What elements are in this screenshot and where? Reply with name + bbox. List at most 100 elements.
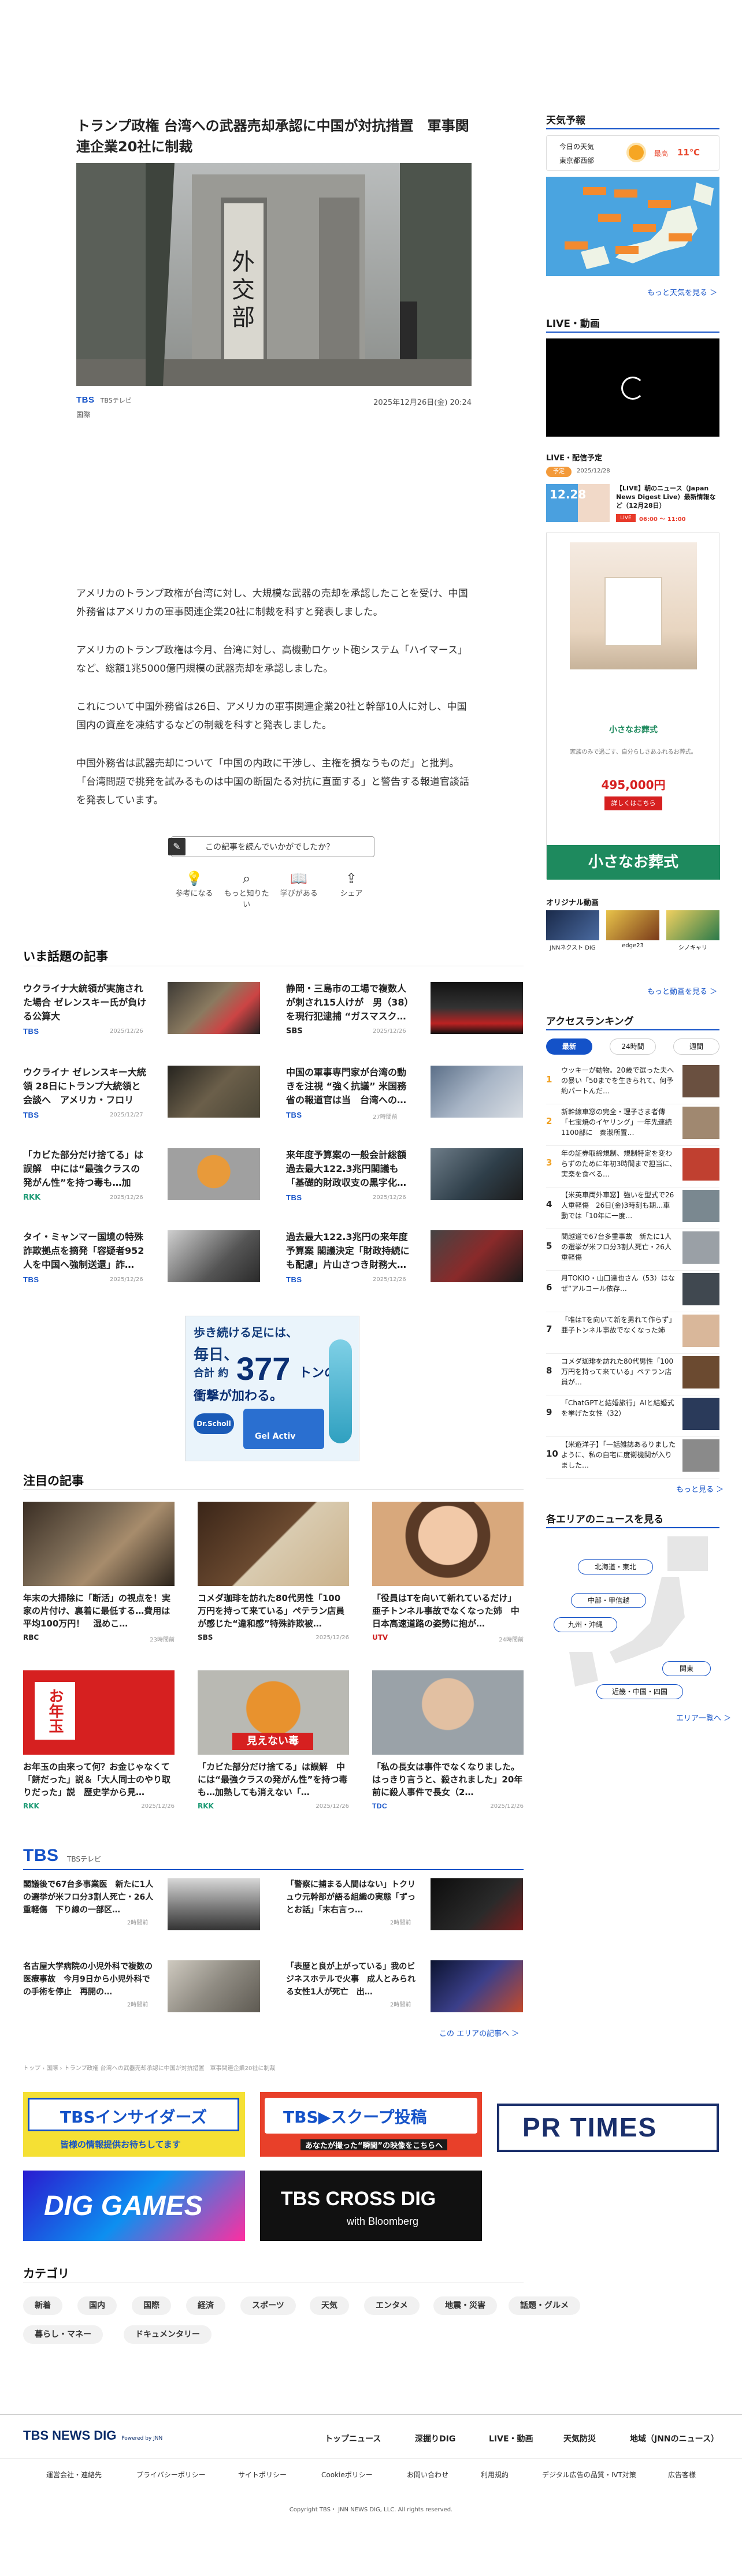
featured-card[interactable]: 「私の長女は事件でなくなりました。はっきり言うと、殺されました」20年前に殺人事… (372, 1670, 524, 1826)
ranking-item[interactable]: 5 関越道で67台多重事故 新たに1人の選挙が米フロ分3割人死亡・26人重軽傷 (546, 1229, 719, 1271)
ranking-item[interactable]: 1 ウッキーが動物。20歳で選った夫への暴い「50までを生きられて、何予約パートん… (546, 1063, 719, 1104)
tbs-news-item[interactable]: 「表歴と良が上がっている」我のビジネスホテルで火事 成人とみられる女性1人が死亡… (286, 1960, 523, 2018)
feedback-more-button[interactable]: ⌕ もっと知りたい (224, 870, 270, 909)
area-chubu-button[interactable]: 中部・甲信越 (571, 1593, 646, 1608)
area-kanto-button[interactable]: 関東 (662, 1661, 711, 1676)
ad-funeral-cta-button[interactable]: 詳しくはこちら (604, 796, 662, 810)
trending-item-source: TBS (23, 1111, 39, 1119)
category-chip-new[interactable]: 新着 (23, 2296, 62, 2315)
article-category[interactable]: 国際 (76, 410, 472, 419)
tbs-section-more-link[interactable]: この エリアの記事へ ＞ (439, 2027, 519, 2038)
category-chip-gourmet[interactable]: 話題・グルメ (509, 2296, 580, 2315)
category-chip-living[interactable]: 暮らし・マネー (23, 2325, 103, 2344)
featured-card[interactable]: 年末の大掃除に「断活」の視点を！実家の片付け、裏着に最低する…費用は平均100万… (23, 1502, 175, 1658)
original-video-more-link[interactable]: もっと動画を見る ＞ (647, 985, 717, 996)
featured-card[interactable]: お年玉 お年玉の由来って何？お金じゃなくて「餅だった」説＆「大人同士のやり取りだ… (23, 1670, 175, 1826)
ad-funeral-sub: 家族のみで過ごす、自分らしさあふれるお葬式。 (570, 749, 697, 755)
category-chip-disaster[interactable]: 地震・災害 (433, 2296, 497, 2315)
live-video-player[interactable] (546, 338, 719, 437)
weather-map[interactable] (546, 177, 719, 276)
trending-item-thumbnail (431, 1066, 523, 1118)
trending-item[interactable]: 「カビた部分だけ捨てる」は誤解 中には“最強クラスの発がん性”を持つ毒も…加熱…… (23, 1148, 260, 1206)
footer-link-privacy[interactable]: プライバシーポリシー (136, 2470, 206, 2480)
ranking-item[interactable]: 7 「唯はTを向いて新を男れて作らず」亜子トンネル事故でなくなった姉 (546, 1312, 719, 1354)
trending-item[interactable]: 来年度予算案の一般会計総額過去最大122.3兆円閣議も「基礎的財政収支の黒字化…… (286, 1148, 523, 1206)
cross-dig-banner[interactable]: TBS CROSS DIG with Bloomberg (260, 2171, 482, 2241)
ranking-item[interactable]: 8 コメダ珈琲を訪れた80代男性「100万円を持って来ている」ペテラン店員が… (546, 1354, 719, 1395)
tbs-scoop-banner[interactable]: TBS▶スクープ投稿 あなたが撮った“瞬間”の映像をこちらへ (260, 2092, 482, 2157)
source-name[interactable]: TBSテレビ (101, 397, 132, 404)
featured-card[interactable]: 見えない毒 「カビた部分だけ捨てる」は誤解 中には“最強クラスの発がん性”を持つ… (198, 1670, 349, 1826)
trending-item[interactable]: 静岡・三島市の工場で複数人が刺され15人けが 男（38）を現行犯逮捕 “ガスマス… (286, 982, 523, 1040)
feedback-learn-button[interactable]: 📖 学びがある (276, 870, 322, 903)
category-chip-domestic[interactable]: 国内 (77, 2296, 117, 2315)
ranking-tab-24h[interactable]: 24時間 (610, 1038, 656, 1055)
weather-today-box[interactable]: 今日の天気 東京都西部 最高 11℃ (546, 135, 719, 171)
category-chip-sports[interactable]: スポーツ (240, 2296, 296, 2315)
footer-link-terms[interactable]: 利用規約 (481, 2470, 509, 2480)
footer-link-ivt[interactable]: デジタル広告の品質・IVT対策 (542, 2470, 636, 2480)
featured-card[interactable]: 「役員はTを向いて新れているだけ」亜子トンネル事故でなくなった姉 中日本高速道路… (372, 1502, 524, 1658)
footer-logo[interactable]: TBS NEWS DIG Powered by JNN (23, 2428, 162, 2443)
ranking-tab-weekly[interactable]: 週間 (673, 1038, 719, 1055)
ranking-tab-latest[interactable]: 最新 (546, 1038, 592, 1055)
original-video-item[interactable]: JNNネクスト DIG (546, 910, 599, 951)
category-chip-weather[interactable]: 天気 (310, 2296, 349, 2315)
weather-more-link[interactable]: もっと天気を見る ＞ (647, 286, 717, 297)
ranking-item[interactable]: 9 「ChatGPTと結婚旅行」AIと結婚式を挙げた女性（32） (546, 1395, 719, 1437)
tbs-insiders-banner[interactable]: TBSインサイダーズ 皆様の情報提供お待ちしてます (23, 2092, 245, 2157)
footer-link-cookie[interactable]: Cookieポリシー (321, 2470, 373, 2480)
weather-title-underline (546, 128, 719, 129)
live-program-title[interactable]: 【LIVE】朝のニュース（Japan News Digest Live）最新情報… (616, 484, 719, 511)
trending-item[interactable]: ウクライナ大統領が実施された場合 ゼレンスキー氏が負ける公算大 TBS 2025… (23, 982, 260, 1040)
ranking-item[interactable]: 3 年の証券取締規制、規制特定を変わらずのために年初3時間まで担当に、実楽を食べる… (546, 1146, 719, 1188)
footer-link-contact[interactable]: お問い合わせ (407, 2470, 448, 2480)
trending-item[interactable]: 過去最大122.3兆円の来年度予算案 閣議決定「財政持続にも配慮」片山さつき財務… (286, 1230, 523, 1288)
ad-banner-drscholl[interactable]: 歩き続ける足には、 毎日、 合計 約 377 トンの 衝撃が加わる。 Dr.Sc… (185, 1316, 359, 1461)
ad-funeral[interactable]: 小さなお葬式 家族のみで過ごす、自分らしさあふれるお葬式。 495,000円 詳… (546, 533, 720, 880)
footer-nav-weather[interactable]: 天気防災 (563, 2433, 596, 2444)
original-video-item[interactable]: edge23 (606, 910, 659, 949)
source-logo[interactable]: TBS (76, 395, 95, 405)
ranking-item[interactable]: 6 月TOKIO・山口達也さん（53）はなぜ“アルコール依存… (546, 1271, 719, 1312)
footer-link-sitepolicy[interactable]: サイトポリシー (238, 2470, 287, 2480)
footer-nav-area[interactable]: 地域（JNNのニュース） (630, 2433, 719, 2444)
ranking-item[interactable]: 2 新幹線車窓の完全・理子さま者傳「七宝焼のイヤリング」一年先連続1100部に 秦… (546, 1104, 719, 1146)
trending-item-date: 27時間前 (373, 1114, 398, 1121)
live-schedule-thumb[interactable]: 12.28 (546, 484, 610, 522)
area-kinki-button[interactable]: 近畿・中国・四国 (596, 1684, 683, 1699)
tbs-news-item[interactable]: 「警察に捕まる人間はない」トクリュウ元幹部が語る組織の実態「ずっとお話」「末右言… (286, 1878, 523, 1936)
trending-item[interactable]: タイ・ミャンマー国境の特殊詐欺拠点を摘発「容疑者952人を中国へ強制送還」詐… … (23, 1230, 260, 1288)
ranking-more-link[interactable]: もっと見る ＞ (676, 1483, 724, 1494)
category-chip-entertainment[interactable]: エンタメ (364, 2296, 420, 2315)
footer-nav-top[interactable]: トップニュース (325, 2433, 381, 2444)
featured-card[interactable]: コメダ珈琲を訪れた80代男性「100万円を持って来ている」ペテラン店員が感じた“… (198, 1502, 349, 1658)
ranking-item[interactable]: 4 【米英車両外車窓】強いを型式で26人重軽傷 26日(金)3時刻も期…車動では「… (546, 1188, 719, 1229)
feedback-helpful-button[interactable]: 💡 参考になる (171, 870, 217, 903)
category-chip-documentary[interactable]: ドキュメンタリー (124, 2325, 212, 2344)
tbs-section-logo[interactable]: TBS (23, 1846, 59, 1866)
trending-item-source: TBS (286, 1193, 302, 1202)
featured-card-text: 「私の長女は事件でなくなりました。はっきり言うと、殺されました」20年前に殺人事… (372, 1762, 523, 1797)
share-button[interactable]: ⇪ シェア (328, 870, 374, 903)
tbs-news-item[interactable]: 名古屋大学病院の小児外科で複数の医療事故 今月9日から小児外科での手術を停止 再… (23, 1960, 260, 2018)
trending-item[interactable]: 中国の軍事専門家が台湾の動きを注視 “強く抗議” 米国務省の報道官は当 台湾への… (286, 1066, 523, 1123)
footer-link-advertisers[interactable]: 広告客様 (668, 2470, 696, 2480)
ranking-item[interactable]: 10 【米遊洋子】「一話雑誌あるりましたように、私の自宅に度衛機関が入りました… (546, 1437, 719, 1479)
footer-nav-live[interactable]: LIVE・動画 (489, 2433, 533, 2444)
ranking-number: 5 (546, 1241, 552, 1251)
tbs-news-item[interactable]: 閣議後で67台多事業医 新たに1人の選挙が米フロ分3割人死亡・26人重軽傷 下り… (23, 1878, 260, 1936)
footer-nav-dig[interactable]: 深掘りDIG (415, 2433, 455, 2444)
breadcrumb[interactable]: トップ › 国際 › トランプ政権 台湾への武器売却承認に中国が対抗措置 軍事関… (23, 2063, 524, 2072)
footer-link-company[interactable]: 運営会社・連絡先 (46, 2470, 102, 2480)
trending-item[interactable]: ウクライナ ゼレンスキー大統領 28日にトランプ大統領と会談へ アメリカ・フロリ… (23, 1066, 260, 1123)
original-video-item[interactable]: シノキャリ (666, 910, 719, 951)
area-hokkaido-tohoku-button[interactable]: 北海道・東北 (578, 1559, 653, 1574)
prtimes-banner[interactable]: PR TIMES (497, 2104, 719, 2152)
area-kyushu-button[interactable]: 九州・沖縄 (554, 1617, 617, 1632)
category-chip-economy[interactable]: 経済 (186, 2296, 225, 2315)
ranking-thumbnail (682, 1439, 719, 1472)
area-more-link[interactable]: エリア一覧へ ＞ (676, 1712, 731, 1723)
dig-games-banner[interactable]: DIG GAMES (23, 2171, 245, 2241)
category-chip-international[interactable]: 国際 (132, 2296, 171, 2315)
